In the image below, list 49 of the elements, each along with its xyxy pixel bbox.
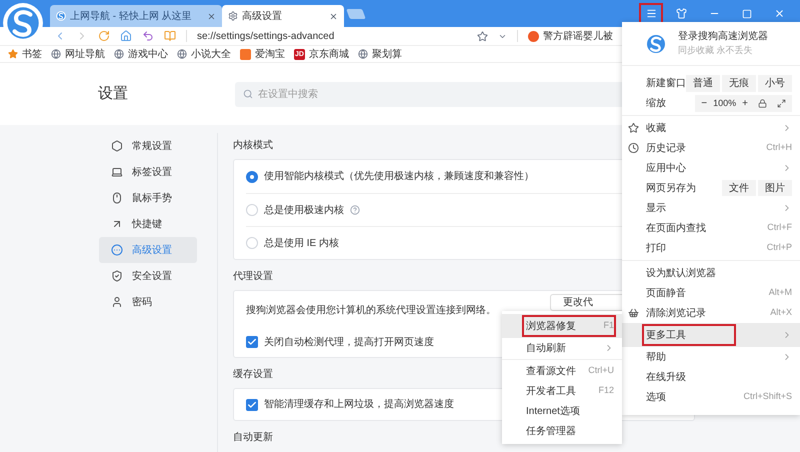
section-heading: 内核模式 <box>233 138 273 153</box>
shortcut-text: Ctrl+P <box>766 241 792 254</box>
page-title: 设置 <box>98 84 129 104</box>
sidebar-label: 快捷键 <box>132 218 162 232</box>
menu-item-label: Internet选项 <box>526 404 580 418</box>
tab-title: 上网导航 - 轻快上网 从这里 <box>70 10 193 24</box>
menu-item-label: 历史记录 <box>646 142 686 156</box>
shortcut-text: Ctrl+F <box>767 221 792 234</box>
menu-item-label: 显示 <box>646 202 666 216</box>
menu-item-label: 更多工具 <box>646 328 686 342</box>
tab-title: 高级设置 <box>242 10 283 24</box>
menu-item-label: 帮助 <box>646 350 666 364</box>
sidebar-label: 密码 <box>132 296 152 310</box>
sidebar-label: 常规设置 <box>132 140 172 154</box>
menu-item-label: 设为默认浏览器 <box>646 266 716 280</box>
sidebar-label: 高级设置 <box>132 244 172 258</box>
menu-item-label: 自动刷新 <box>526 342 566 356</box>
menu-item-label: 在线升级 <box>646 370 686 384</box>
shortcut-text: Alt+X <box>770 306 792 320</box>
option-label: 使用智能内核模式（优先使用极速内核，兼顾速度和兼容性） <box>264 170 534 184</box>
section-heading: 自动更新 <box>233 430 273 445</box>
option-label: 总是使用极速内核 <box>264 204 344 218</box>
menu-item-label: 任务管理器 <box>526 424 576 438</box>
option-label: 总是使用 IE 内核 <box>264 236 340 250</box>
menu-item-label: 浏览器修复 <box>526 320 576 334</box>
menu-item-label: 在页面内查找 <box>646 222 706 236</box>
account-subtitle: 同步收藏 永不丢失 <box>678 44 754 58</box>
sidebar-label: 标签设置 <box>132 166 172 180</box>
menu-item-label: 选项 <box>646 390 666 404</box>
section-heading: 代理设置 <box>233 270 273 284</box>
menu-item-label: 打印 <box>646 242 666 256</box>
sidebar-label: 安全设置 <box>132 270 172 284</box>
shortcut-text: F1 <box>603 319 614 332</box>
menu-item-label: 开发者工具 <box>526 384 576 398</box>
menu-item-label: 应用中心 <box>646 162 686 176</box>
shortcut-text: Alt+M <box>768 286 792 300</box>
shortcut-text: F12 <box>598 384 614 398</box>
sidebar-label: 鼠标手势 <box>132 192 172 206</box>
section-heading: 缓存设置 <box>233 368 273 382</box>
description-text: 搜狗浏览器会使用您计算机的系统代理设置连接到网络。 <box>246 304 496 318</box>
option-label: 智能清理缓存和上网垃圾，提高浏览器速度 <box>264 398 454 412</box>
shortcut-text: Ctrl+Shift+S <box>743 390 792 404</box>
search-placeholder: 在设置中搜索 <box>258 88 318 102</box>
shortcut-text: Ctrl+U <box>588 364 614 378</box>
menu-item-label: 网页另存为 <box>646 182 696 196</box>
shortcut-text: Ctrl+H <box>766 141 792 154</box>
menu-item-label: 查看源文件 <box>526 364 576 378</box>
option-label: 关闭自动检测代理，提高打开网页速度 <box>264 336 434 350</box>
menu-item-label: 收藏 <box>646 122 666 136</box>
